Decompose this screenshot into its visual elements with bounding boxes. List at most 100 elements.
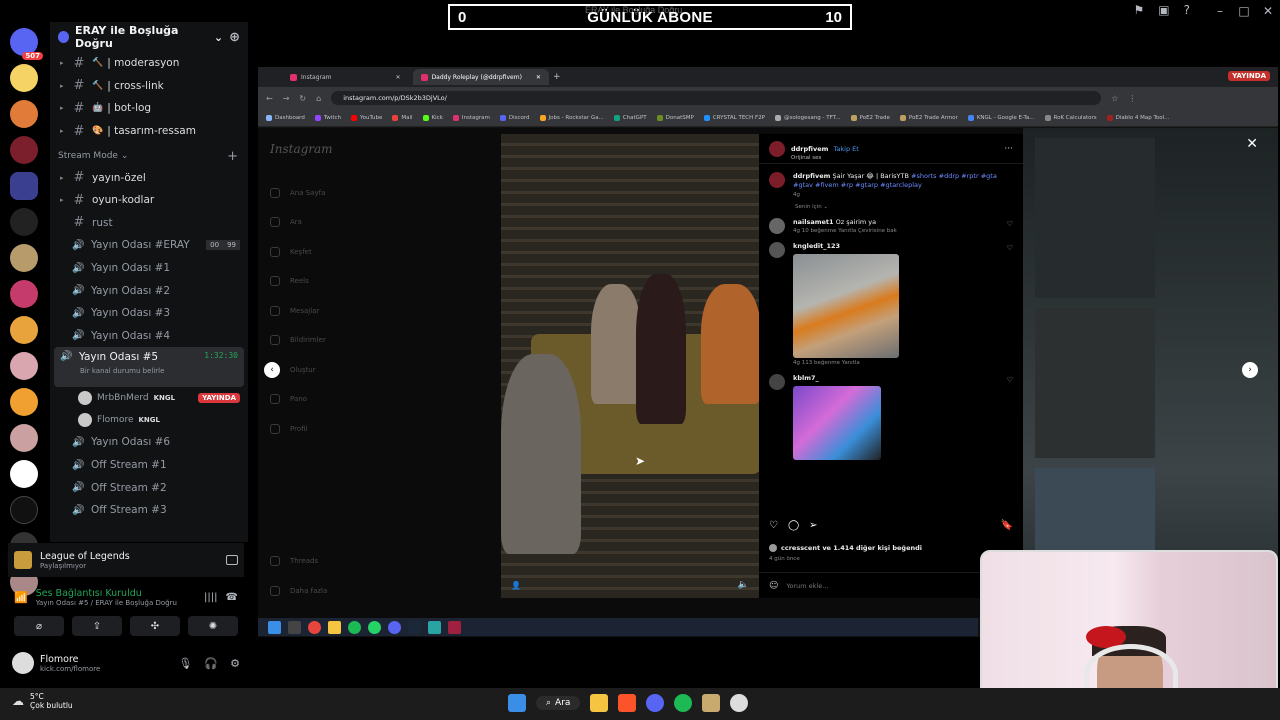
server-icon[interactable] [10, 64, 38, 92]
channel-moderasyon[interactable]: ▸ # 🔨 | moderasyon [50, 52, 248, 75]
app-icon[interactable] [428, 620, 441, 634]
nav-item[interactable]: Reels [270, 267, 470, 297]
bookmark-item[interactable]: KNGL - Google E-Ta... [967, 114, 1035, 121]
channel-tasarim-ressam[interactable]: ▸ # 🎨 | tasarım-ressam [50, 120, 248, 143]
nav-item[interactable]: Ara [270, 208, 470, 238]
chrome-icon[interactable] [308, 620, 321, 634]
forward-icon[interactable]: → [283, 94, 290, 103]
bookmark-item[interactable]: Mail [392, 114, 413, 121]
address-bar[interactable]: instagram.com/p/DSk2b3DjVLo/ [331, 91, 1102, 105]
star-icon[interactable]: ☆ [1111, 94, 1118, 103]
comment-image[interactable] [793, 254, 899, 359]
channel-rust[interactable]: # rust [50, 212, 248, 235]
nav-item[interactable]: Ana Sayfa [270, 178, 470, 208]
nav-item[interactable]: Profil [270, 414, 470, 444]
comment-user[interactable]: kngledit_123 [793, 242, 840, 250]
bookmark-item[interactable]: ChatGPT [613, 114, 647, 121]
audio-label[interactable]: Orijinal ses [791, 155, 859, 161]
activities-button[interactable]: ✣ [130, 616, 180, 636]
nav-item[interactable]: Bildirimler [270, 326, 470, 356]
server-icon[interactable] [10, 244, 38, 272]
bookmark-item[interactable]: PoE2 Trade [850, 114, 890, 121]
soundboard-button[interactable]: ✺ [188, 616, 238, 636]
windows-start-icon[interactable] [268, 620, 281, 634]
next-post-icon[interactable]: › [1242, 362, 1258, 378]
help-icon[interactable]: ? [1184, 3, 1190, 17]
folder-icon[interactable] [10, 172, 38, 200]
voice-channel-eray[interactable]: 🔊 Yayın Odası #ERAY 00 99 [50, 234, 248, 257]
signal-icon[interactable]: 📶 [14, 591, 28, 604]
like-comment-icon[interactable]: ♡ [1007, 244, 1013, 252]
server-icon[interactable] [10, 136, 38, 164]
nav-item[interactable]: Oluştur [270, 355, 470, 385]
bookmark-item[interactable]: Kick [422, 114, 443, 121]
whatsapp-icon[interactable] [368, 620, 381, 634]
server-icon[interactable] [10, 208, 38, 236]
app-icon[interactable] [730, 694, 749, 712]
brave-icon[interactable] [618, 694, 637, 712]
more-options-icon[interactable]: ··· [1004, 144, 1013, 154]
emoji-icon[interactable]: ☺ [769, 581, 778, 591]
folder-icon[interactable] [328, 620, 341, 634]
screen-icon[interactable]: ▣ [1158, 3, 1169, 17]
bookmark-item[interactable]: Diablo 4 Map Tool... [1106, 114, 1169, 121]
noise-icon[interactable]: |||| [204, 592, 217, 603]
gear-icon[interactable]: ⚙ [230, 657, 240, 670]
share-icon[interactable]: ➢ [809, 520, 817, 531]
server-icon[interactable] [10, 280, 38, 308]
likes-line[interactable]: ccresscent ve 1.414 diğer kişi beğendi [769, 544, 922, 552]
nav-item[interactable]: Pano [270, 385, 470, 415]
voice-channel-1[interactable]: 🔊 Yayın Odası #1 [50, 257, 248, 280]
nav-more[interactable]: Daha fazla [270, 576, 327, 606]
bookmark-item[interactable]: @sologesang - TFT... [775, 114, 841, 121]
discord-home-icon[interactable]: 507 [10, 28, 43, 60]
add-channel-icon[interactable]: + [227, 149, 238, 164]
minimize-icon[interactable]: – [1208, 0, 1232, 22]
comment-user[interactable]: nailsamet1 [793, 218, 834, 226]
mute-icon[interactable]: 🔈 [738, 580, 749, 590]
voice-channel-6[interactable]: 🔊 Yayın Odası #6 [50, 431, 248, 454]
back-icon[interactable]: ← [266, 94, 273, 103]
bookmark-item[interactable]: PoE2 Trade Armor [899, 114, 958, 121]
server-icon[interactable] [10, 460, 38, 488]
search-icon[interactable] [288, 620, 301, 634]
prev-post-icon[interactable]: ‹ [264, 362, 280, 378]
headphones-icon[interactable]: 🎧 [204, 657, 218, 670]
bookmark-icon[interactable]: 🔖 [1001, 520, 1013, 531]
server-icon[interactable] [10, 316, 38, 344]
bookmark-item[interactable]: Jobs - Rockstar Ga... [539, 114, 604, 121]
off-stream-2[interactable]: 🔊 Off Stream #2 [50, 476, 248, 499]
server-icon[interactable] [10, 100, 38, 128]
server-icon[interactable] [10, 496, 38, 524]
voice-member[interactable]: MrbBnMerd KNGL YAYINDA [50, 387, 248, 409]
bookmark-item[interactable]: Instagram [452, 114, 490, 121]
obs-icon[interactable] [448, 620, 461, 634]
channel-cross-link[interactable]: ▸ # 🔨 | cross-link [50, 75, 248, 98]
avatar[interactable] [769, 242, 785, 259]
nav-threads[interactable]: Threads [270, 546, 327, 576]
voice-member[interactable]: Flomore KNGL [50, 409, 248, 431]
league-icon[interactable] [702, 694, 721, 712]
server-icon[interactable] [10, 388, 38, 416]
category-stream-mode[interactable]: Stream Mode ⌄ + [50, 146, 248, 166]
comment-icon[interactable]: ◯ [788, 520, 799, 531]
voice-channel-active[interactable]: 🔊 Yayın Odası #5 1:32:30 Bir kanal durum… [54, 347, 244, 388]
home-icon[interactable]: ⌂ [316, 94, 321, 103]
nav-item[interactable]: Mesajlar [270, 296, 470, 326]
avatar[interactable] [769, 217, 785, 234]
voice-channel-2[interactable]: 🔊 Yayın Odası #2 [50, 279, 248, 302]
off-stream-3[interactable]: 🔊 Off Stream #3 [50, 499, 248, 522]
bookmark-item[interactable]: CRYSTAL TECH F2P [703, 114, 765, 121]
heart-icon[interactable]: ♡ [769, 520, 778, 531]
disconnect-icon[interactable]: ☎ [226, 592, 238, 603]
comment-user[interactable]: kblm7_ [793, 374, 819, 382]
channel-bot-log[interactable]: ▸ # 🤖 | bot-log [50, 97, 248, 120]
extensions-icon[interactable]: ⋮ [1128, 94, 1136, 103]
spotify-icon[interactable] [674, 694, 693, 712]
bookmark-item[interactable]: Twitch [314, 114, 341, 121]
reload-icon[interactable]: ↻ [299, 94, 306, 103]
user-tag-icon[interactable]: 👤 [511, 581, 521, 590]
avatar[interactable] [769, 374, 785, 391]
server-header[interactable]: ERAY ile Boşluğa Doğru ⌄ ⊕ [50, 22, 248, 52]
like-comment-icon[interactable]: ♡ [1007, 376, 1013, 384]
